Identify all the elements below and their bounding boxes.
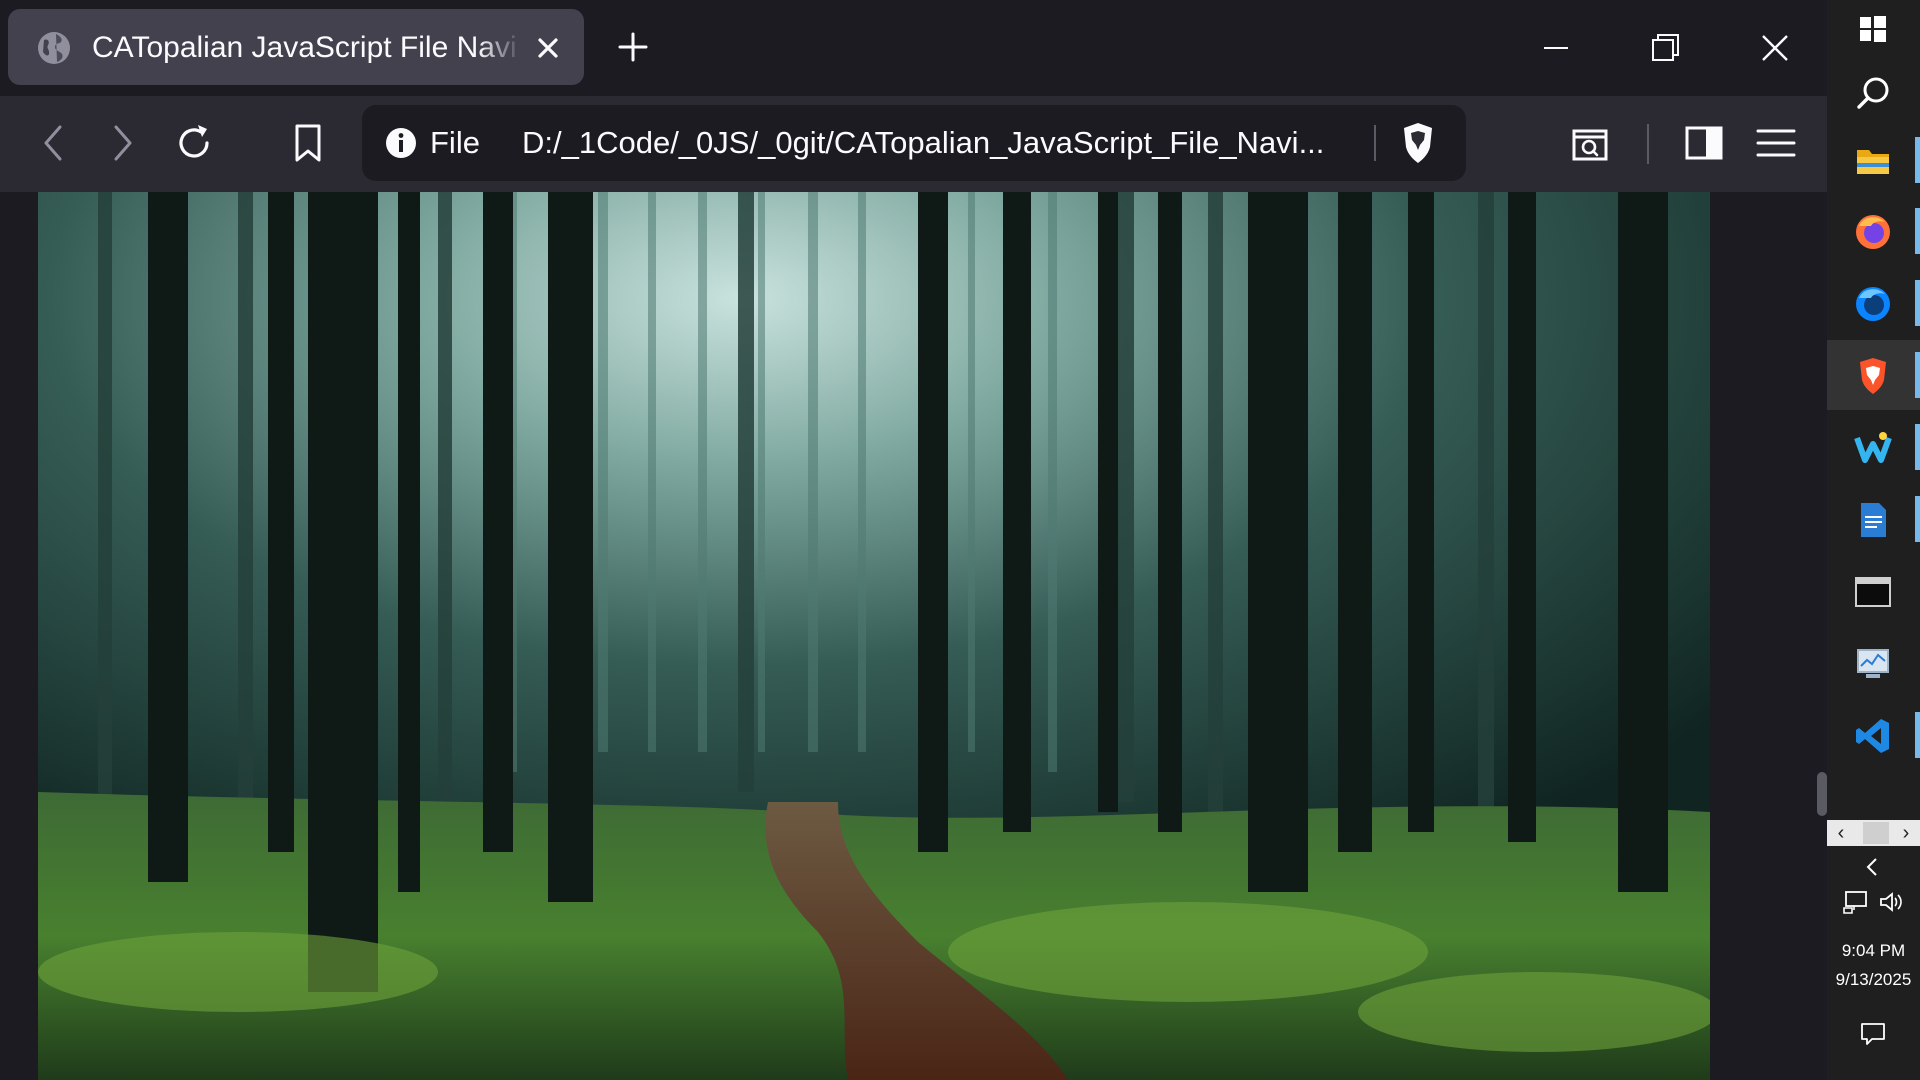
running-indicator [1915,712,1920,758]
clock-date[interactable]: 9/13/2025 [1827,970,1920,990]
taskbar-file-explorer[interactable] [1827,125,1920,195]
volume-icon[interactable] [1877,888,1905,916]
show-hidden-icons-chevron-icon[interactable] [1859,853,1887,881]
firefox-developer-icon [1856,287,1890,321]
address-bar[interactable]: File D:/_1Code/_0JS/_0git/CATopalian_Jav… [362,105,1466,181]
globe-icon [38,32,70,64]
taskbar-scrollbar[interactable]: ‹ › [1827,820,1920,846]
close-window-icon[interactable] [1755,28,1795,68]
notifications-icon[interactable] [1859,1020,1887,1048]
start-icon [1860,16,1886,42]
running-indicator [1915,208,1920,254]
clock-time[interactable]: 9:04 PM [1827,941,1920,961]
url-text[interactable]: D:/_1Code/_0JS/_0git/CATopalian_JavaScri… [522,122,1324,164]
bookmark-icon[interactable] [286,121,330,165]
file-explorer-icon [1857,150,1889,174]
tab-title-fade [478,25,522,71]
browser-tab[interactable]: CATopalian JavaScript File Navigator [8,9,584,85]
minimize-window-icon[interactable] [1536,28,1576,68]
taskbar-vscode[interactable] [1827,700,1920,770]
taskbar-terminal[interactable] [1827,556,1920,626]
firefox-icon [1856,215,1890,249]
reload-icon[interactable] [173,121,217,165]
taskbar-system-monitor[interactable] [1827,628,1920,698]
sidebar-toggle-icon[interactable] [1682,121,1726,165]
taskbar-document-app[interactable] [1827,484,1920,554]
urlbar-divider [1374,125,1376,161]
brave-icon [1860,358,1886,394]
forward-arrow-icon[interactable] [100,121,144,165]
search-icon [1857,77,1889,109]
page-scrollbar-thumb[interactable] [1817,772,1827,816]
document-app-icon [1861,503,1886,537]
back-arrow-icon[interactable] [32,121,76,165]
toolbar-divider [1647,124,1649,164]
page-content [0,192,1827,1080]
taskbar-scroll-thumb[interactable] [1863,822,1889,844]
system-monitor-icon [1857,649,1889,678]
scroll-left-icon[interactable]: ‹ [1829,820,1853,846]
taskbar-search[interactable] [1827,58,1920,128]
running-indicator [1915,496,1920,542]
forest-path-image [38,192,1710,1080]
running-indicator [1915,137,1920,183]
running-indicator [1915,352,1920,398]
windows-taskbar: ‹ › 9:04 PM 9/13/2025 [1827,0,1920,1080]
brave-shields-icon[interactable] [1398,121,1438,165]
new-tab-plus-icon[interactable] [614,28,652,66]
close-tab-icon[interactable] [530,30,566,66]
tab-strip: CATopalian JavaScript File Navigator [0,0,1827,96]
restore-window-icon[interactable] [1645,28,1685,68]
scroll-right-icon[interactable]: › [1894,820,1918,846]
network-icon[interactable] [1841,888,1869,916]
vscode-icon [1856,719,1889,753]
running-indicator [1915,424,1920,470]
taskbar-firefox[interactable] [1827,196,1920,266]
taskbar-brave[interactable] [1827,340,1920,410]
taskbar-firefox-developer[interactable] [1827,268,1920,338]
search-tabs-icon[interactable] [1568,121,1612,165]
terminal-icon [1855,577,1891,607]
info-icon[interactable] [384,126,418,160]
tab-title: CATopalian JavaScript File Navigator [92,31,516,64]
taskbar-weather-app[interactable] [1827,412,1920,482]
menu-hamburger-icon[interactable] [1754,121,1798,165]
weather-app-icon [1854,432,1892,463]
scheme-label: File [430,125,480,160]
running-indicator [1915,280,1920,326]
